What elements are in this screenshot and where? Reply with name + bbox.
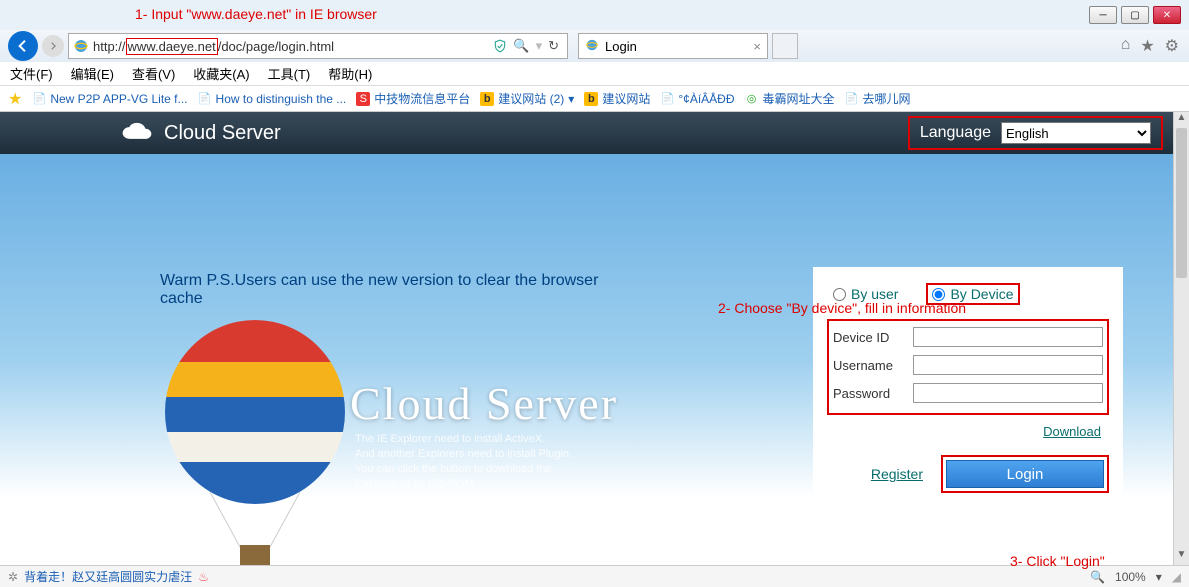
add-favorite-icon[interactable]: ★ bbox=[8, 89, 22, 109]
bing-icon: b bbox=[584, 92, 598, 106]
ie-icon bbox=[73, 38, 89, 54]
tab-title: Login bbox=[605, 39, 637, 54]
hero-title: Cloud Server bbox=[350, 377, 618, 430]
page-icon: 📄 bbox=[660, 92, 674, 106]
home-icon[interactable]: ⌂ bbox=[1121, 36, 1131, 56]
annotation-step1: 1- Input "www.daeye.net" in IE browser bbox=[135, 6, 377, 22]
page-icon: 📄 bbox=[845, 92, 859, 106]
page-content: Cloud Server Language English Warm P.S.U… bbox=[0, 112, 1173, 565]
resize-grip-icon[interactable]: ◢ bbox=[1172, 570, 1181, 584]
password-input[interactable] bbox=[913, 383, 1103, 403]
device-id-input[interactable] bbox=[913, 327, 1103, 347]
annotation-step2: 2- Choose "By device", fill in informati… bbox=[718, 300, 966, 316]
scroll-down-icon[interactable]: ▼ bbox=[1174, 549, 1189, 565]
menu-view[interactable]: 查看(V) bbox=[132, 64, 175, 83]
close-tab-icon[interactable]: × bbox=[753, 39, 761, 54]
safe-icon bbox=[493, 39, 507, 53]
bookmark-item[interactable]: b建议网站 bbox=[584, 90, 650, 107]
annotation-step3: 3- Click "Login" bbox=[1010, 553, 1105, 569]
menu-bar: 文件(F) 编辑(E) 查看(V) 收藏夹(A) 工具(T) 帮助(H) bbox=[0, 62, 1189, 86]
warm-message-line1: Warm P.S.Users can use the new version t… bbox=[160, 272, 598, 290]
page-icon: 📄 bbox=[198, 92, 212, 106]
forward-button[interactable] bbox=[42, 35, 64, 57]
back-button[interactable] bbox=[8, 31, 38, 61]
gear-icon[interactable]: ✲ bbox=[8, 570, 18, 584]
hero-subtitle: The IE Explorer need to install ActiveX.… bbox=[355, 432, 572, 492]
device-id-label: Device ID bbox=[833, 330, 903, 345]
menu-edit[interactable]: 编辑(E) bbox=[71, 64, 114, 83]
username-input[interactable] bbox=[913, 355, 1103, 375]
site-icon: S bbox=[356, 92, 370, 106]
language-label: Language bbox=[920, 124, 991, 142]
balloon-image bbox=[160, 317, 350, 565]
status-text[interactable]: 背着走！赵又廷高圆圆实力虐汪 bbox=[24, 568, 192, 585]
bookmarks-bar: ★ 📄New P2P APP-VG Lite f... 📄How to dist… bbox=[0, 86, 1189, 112]
bookmark-item[interactable]: 📄How to distinguish the ... bbox=[198, 92, 347, 106]
url-text: http://www.daeye.net/doc/page/login.html bbox=[93, 39, 489, 54]
login-button[interactable]: Login bbox=[946, 460, 1104, 488]
menu-file[interactable]: 文件(F) bbox=[10, 64, 53, 83]
new-tab-button[interactable] bbox=[772, 33, 798, 59]
page-header: Cloud Server Language English bbox=[0, 112, 1173, 154]
settings-icon[interactable]: ⚙ bbox=[1165, 36, 1179, 56]
flame-icon: ♨ bbox=[198, 570, 209, 584]
search-icon[interactable]: 🔍 bbox=[513, 38, 529, 54]
window-minimize[interactable]: ─ bbox=[1089, 6, 1117, 24]
username-label: Username bbox=[833, 358, 903, 373]
vertical-scrollbar[interactable]: ▲ ▼ bbox=[1173, 112, 1189, 565]
bing-icon: b bbox=[480, 92, 494, 106]
refresh-icon[interactable]: ↻ bbox=[548, 38, 559, 54]
window-close[interactable]: ✕ bbox=[1153, 6, 1181, 24]
scroll-up-icon[interactable]: ▲ bbox=[1174, 112, 1189, 128]
favorites-icon[interactable]: ★ bbox=[1140, 36, 1154, 56]
address-bar[interactable]: http://www.daeye.net/doc/page/login.html… bbox=[68, 33, 568, 59]
scrollbar-thumb[interactable] bbox=[1176, 128, 1187, 278]
zoom-dropdown-icon[interactable]: ▾ bbox=[1156, 570, 1162, 584]
by-device-radio-input[interactable] bbox=[932, 288, 945, 301]
browser-nav: http://www.daeye.net/doc/page/login.html… bbox=[0, 30, 1189, 62]
zoom-level: 100% bbox=[1115, 570, 1146, 584]
brand-logo: Cloud Server bbox=[120, 122, 281, 145]
bookmark-item[interactable]: 📄°¢ÀíÂÅÐÐ bbox=[660, 92, 734, 106]
bookmark-item[interactable]: b建议网站 (2) ▾ bbox=[480, 90, 574, 107]
menu-help[interactable]: 帮助(H) bbox=[328, 64, 372, 83]
menu-tools[interactable]: 工具(T) bbox=[268, 64, 311, 83]
download-link[interactable]: Download bbox=[1043, 424, 1101, 439]
site-icon: ◎ bbox=[745, 92, 759, 106]
language-select[interactable]: English bbox=[1001, 122, 1151, 144]
bookmark-item[interactable]: ◎毒霸网址大全 bbox=[745, 90, 835, 107]
brand-title: Cloud Server bbox=[164, 122, 281, 145]
window-maximize[interactable]: ▢ bbox=[1121, 6, 1149, 24]
ie-icon bbox=[585, 38, 599, 55]
bookmark-item[interactable]: S中技物流信息平台 bbox=[356, 90, 470, 107]
by-user-radio-input[interactable] bbox=[833, 288, 846, 301]
browser-tab[interactable]: Login × bbox=[578, 33, 768, 59]
bookmark-item[interactable]: 📄New P2P APP-VG Lite f... bbox=[32, 92, 187, 106]
menu-favorites[interactable]: 收藏夹(A) bbox=[193, 64, 249, 83]
register-link[interactable]: Register bbox=[871, 466, 923, 482]
cloud-icon bbox=[120, 122, 154, 144]
page-icon: 📄 bbox=[32, 92, 46, 106]
bookmark-item[interactable]: 📄去哪儿网 bbox=[845, 90, 911, 107]
zoom-icon[interactable]: 🔍 bbox=[1090, 570, 1105, 584]
password-label: Password bbox=[833, 386, 903, 401]
warm-message-line2: cache bbox=[160, 290, 598, 308]
